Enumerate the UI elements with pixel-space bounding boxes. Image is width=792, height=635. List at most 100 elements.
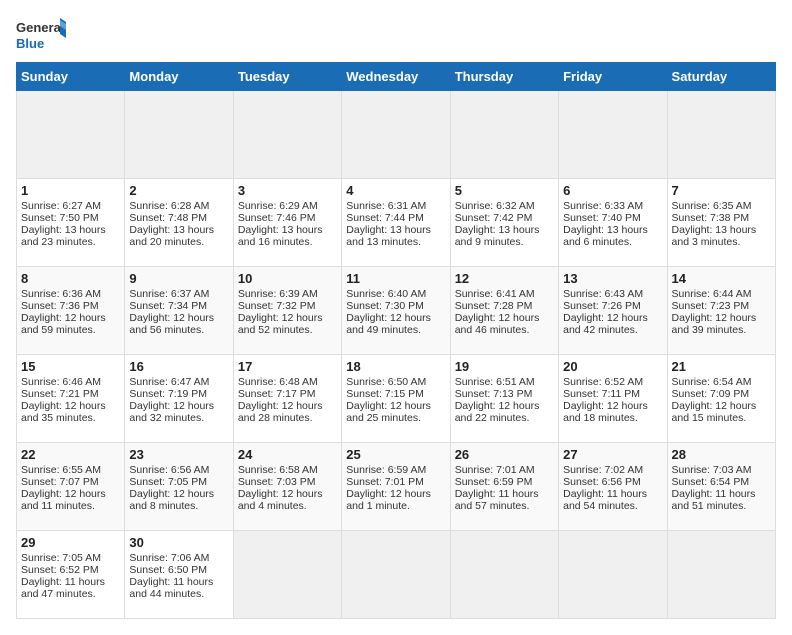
sunrise-text: Sunrise: 6:46 AM bbox=[21, 376, 120, 388]
sunset-text: Sunset: 7:28 PM bbox=[455, 300, 554, 312]
header-monday: Monday bbox=[125, 63, 233, 91]
sunrise-text: Sunrise: 6:51 AM bbox=[455, 376, 554, 388]
sunset-text: Sunset: 7:01 PM bbox=[346, 476, 445, 488]
calendar-cell bbox=[342, 531, 450, 619]
calendar-cell: 30 Sunrise: 7:06 AMSunset: 6:50 PMDayligh… bbox=[125, 531, 233, 619]
daylight-text: Daylight: 12 hours and 39 minutes. bbox=[672, 312, 771, 336]
sunset-text: Sunset: 6:56 PM bbox=[563, 476, 662, 488]
sunset-text: Sunset: 7:26 PM bbox=[563, 300, 662, 312]
day-number: 28 bbox=[672, 447, 771, 462]
sunrise-text: Sunrise: 6:27 AM bbox=[21, 200, 120, 212]
calendar-cell bbox=[559, 531, 667, 619]
sunset-text: Sunset: 7:03 PM bbox=[238, 476, 337, 488]
day-number: 10 bbox=[238, 271, 337, 286]
day-number: 29 bbox=[21, 535, 120, 550]
sunrise-text: Sunrise: 7:02 AM bbox=[563, 464, 662, 476]
daylight-text: Daylight: 11 hours and 57 minutes. bbox=[455, 488, 554, 512]
calendar-cell: 29Sunrise: 7:05 AMSunset: 6:52 PMDayligh… bbox=[17, 531, 125, 619]
daylight-text: Daylight: 12 hours and 18 minutes. bbox=[563, 400, 662, 424]
svg-text:General: General bbox=[16, 20, 64, 35]
day-number: 9 bbox=[129, 271, 228, 286]
sunset-text: Sunset: 7:09 PM bbox=[672, 388, 771, 400]
day-number: 16 bbox=[129, 359, 228, 374]
sunrise-text: Sunrise: 6:59 AM bbox=[346, 464, 445, 476]
calendar-week-row: 8 Sunrise: 6:36 AMSunset: 7:36 PM Daylight… bbox=[17, 267, 776, 355]
header-thursday: Thursday bbox=[450, 63, 558, 91]
sunset-text: Sunset: 6:54 PM bbox=[672, 476, 771, 488]
logo: General Blue bbox=[16, 16, 66, 54]
calendar-cell: 25Sunrise: 6:59 AMSunset: 7:01 PMDayligh… bbox=[342, 443, 450, 531]
sunrise-text: Sunrise: 6:43 AM bbox=[563, 288, 662, 300]
calendar-cell: 1Sunrise: 6:27 AMSunset: 7:50 PMDaylight… bbox=[17, 179, 125, 267]
calendar-cell: 23Sunrise: 6:56 AMSunset: 7:05 PMDayligh… bbox=[125, 443, 233, 531]
sunset-text: Sunset: 7:13 PM bbox=[455, 388, 554, 400]
day-number: 20 bbox=[563, 359, 662, 374]
sunrise-text: Sunrise: 6:33 AM bbox=[563, 200, 662, 212]
sunset-text: Sunset: 7:46 PM bbox=[238, 212, 337, 224]
daylight-text: Daylight: 12 hours and 35 minutes. bbox=[21, 400, 120, 424]
calendar-week-row bbox=[17, 91, 776, 179]
sunrise-text: Sunrise: 6:36 AM bbox=[21, 288, 120, 300]
calendar-cell: 17Sunrise: 6:48 AMSunset: 7:17 PMDayligh… bbox=[233, 355, 341, 443]
day-number: 22 bbox=[21, 447, 120, 462]
daylight-text: Daylight: 13 hours and 6 minutes. bbox=[563, 224, 662, 248]
day-number: 19 bbox=[455, 359, 554, 374]
sunset-text: Sunset: 7:32 PM bbox=[238, 300, 337, 312]
calendar-cell: 7Sunrise: 6:35 AMSunset: 7:38 PMDaylight… bbox=[667, 179, 775, 267]
calendar-cell: 5Sunrise: 6:32 AMSunset: 7:42 PMDaylight… bbox=[450, 179, 558, 267]
day-number: 12 bbox=[455, 271, 554, 286]
calendar-header-row: SundayMondayTuesdayWednesdayThursdayFrid… bbox=[17, 63, 776, 91]
sunrise-text: Sunrise: 6:56 AM bbox=[129, 464, 228, 476]
header-sunday: Sunday bbox=[17, 63, 125, 91]
calendar-cell bbox=[450, 91, 558, 179]
calendar-cell: 6Sunrise: 6:33 AMSunset: 7:40 PMDaylight… bbox=[559, 179, 667, 267]
calendar-cell: 28Sunrise: 7:03 AMSunset: 6:54 PMDayligh… bbox=[667, 443, 775, 531]
daylight-text: Daylight: 12 hours and 32 minutes. bbox=[129, 400, 228, 424]
sunrise-text: Sunrise: 6:41 AM bbox=[455, 288, 554, 300]
header-wednesday: Wednesday bbox=[342, 63, 450, 91]
day-number: 6 bbox=[563, 183, 662, 198]
day-number: 25 bbox=[346, 447, 445, 462]
sunset-text: Sunset: 7:21 PM bbox=[21, 388, 120, 400]
day-number: 5 bbox=[455, 183, 554, 198]
header-saturday: Saturday bbox=[667, 63, 775, 91]
sunrise-text: Sunrise: 7:01 AM bbox=[455, 464, 554, 476]
calendar-cell bbox=[667, 531, 775, 619]
sunrise-text: Sunrise: 7:05 AM bbox=[21, 552, 120, 564]
calendar-cell: 10Sunrise: 6:39 AMSunset: 7:32 PMDayligh… bbox=[233, 267, 341, 355]
sunset-text: Sunset: 6:52 PM bbox=[21, 564, 120, 576]
calendar-table: SundayMondayTuesdayWednesdayThursdayFrid… bbox=[16, 62, 776, 619]
calendar-cell: 9Sunrise: 6:37 AMSunset: 7:34 PMDaylight… bbox=[125, 267, 233, 355]
day-number: 27 bbox=[563, 447, 662, 462]
sunrise-text: Sunrise: 6:39 AM bbox=[238, 288, 337, 300]
sunrise-text: Sunrise: 6:28 AM bbox=[129, 200, 228, 212]
sunrise-text: Sunrise: 7:06 AM bbox=[129, 552, 228, 564]
day-number: 3 bbox=[238, 183, 337, 198]
sunset-text: Sunset: 7:07 PM bbox=[21, 476, 120, 488]
sunrise-text: Sunrise: 6:32 AM bbox=[455, 200, 554, 212]
daylight-text: Daylight: 12 hours and 15 minutes. bbox=[672, 400, 771, 424]
calendar-cell: 15Sunrise: 6:46 AMSunset: 7:21 PMDayligh… bbox=[17, 355, 125, 443]
sunrise-text: Sunrise: 6:50 AM bbox=[346, 376, 445, 388]
sunset-text: Sunset: 7:36 PM bbox=[21, 300, 120, 312]
daylight-text: Daylight: 12 hours and 25 minutes. bbox=[346, 400, 445, 424]
calendar-cell: 11Sunrise: 6:40 AMSunset: 7:30 PMDayligh… bbox=[342, 267, 450, 355]
day-number: 30 bbox=[129, 535, 228, 550]
sunset-text: Sunset: 7:23 PM bbox=[672, 300, 771, 312]
calendar-cell: 13Sunrise: 6:43 AMSunset: 7:26 PMDayligh… bbox=[559, 267, 667, 355]
day-number: 26 bbox=[455, 447, 554, 462]
day-number: 1 bbox=[21, 183, 120, 198]
sunset-text: Sunset: 7:05 PM bbox=[129, 476, 228, 488]
calendar-week-row: 15Sunrise: 6:46 AMSunset: 7:21 PMDayligh… bbox=[17, 355, 776, 443]
svg-text:Blue: Blue bbox=[16, 36, 44, 51]
sunset-text: Sunset: 7:48 PM bbox=[129, 212, 228, 224]
calendar-cell bbox=[233, 91, 341, 179]
sunset-text: Sunset: 7:30 PM bbox=[346, 300, 445, 312]
day-number: 8 bbox=[21, 271, 120, 286]
header-tuesday: Tuesday bbox=[233, 63, 341, 91]
sunset-text: Sunset: 7:50 PM bbox=[21, 212, 120, 224]
sunset-text: Sunset: 6:50 PM bbox=[129, 564, 228, 576]
calendar-cell: 4Sunrise: 6:31 AMSunset: 7:44 PMDaylight… bbox=[342, 179, 450, 267]
sunset-text: Sunset: 7:19 PM bbox=[129, 388, 228, 400]
daylight-text: Daylight: 11 hours and 44 minutes. bbox=[129, 576, 228, 600]
